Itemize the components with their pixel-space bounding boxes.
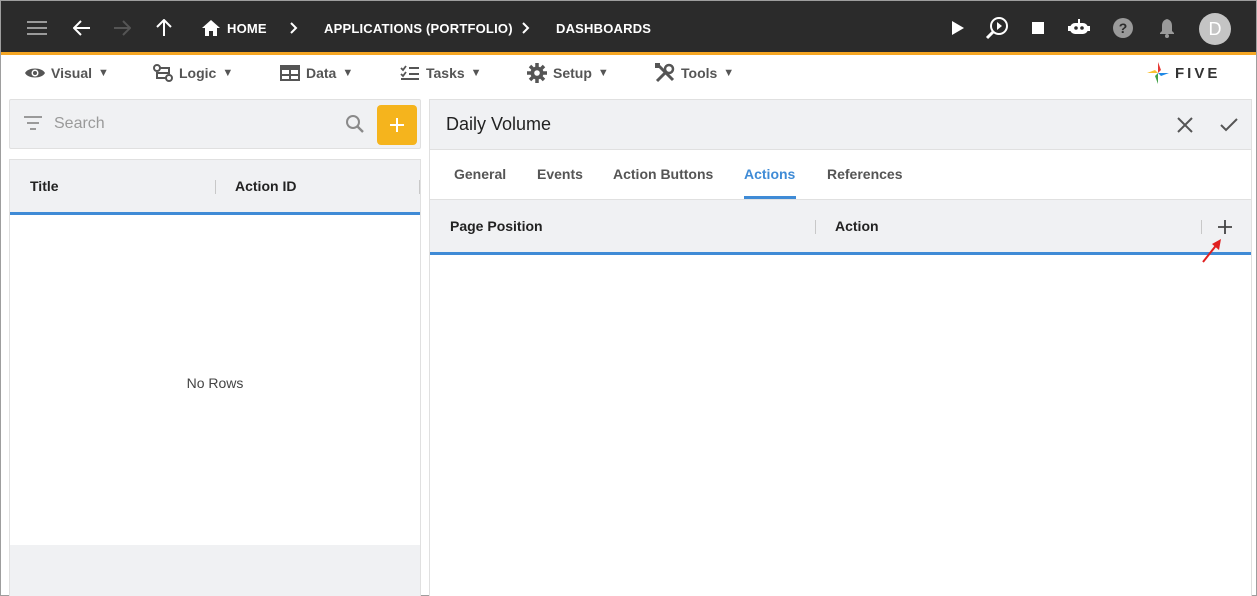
column-separator <box>215 180 216 194</box>
menu-data[interactable]: Data ▼ <box>280 55 353 91</box>
app-bar: HOME APPLICATIONS (PORTFOLIO) DASHBOARDS… <box>1 1 1256 55</box>
save-button[interactable] <box>1216 112 1242 138</box>
help-icon[interactable]: ? <box>1111 1 1135 55</box>
add-record-button[interactable] <box>377 105 417 145</box>
column-header-title[interactable]: Title <box>30 178 59 194</box>
search-input[interactable]: Search <box>54 115 105 133</box>
svg-text:?: ? <box>1119 20 1128 36</box>
active-tab-indicator <box>744 196 796 199</box>
dropdown-arrow-icon: ▼ <box>723 67 735 79</box>
five-logo-icon <box>1147 62 1169 84</box>
menu-tools[interactable]: Tools ▼ <box>655 55 734 91</box>
menu-setup[interactable]: Setup ▼ <box>527 55 609 91</box>
table-icon <box>280 65 300 81</box>
chatbot-icon[interactable] <box>1066 1 1092 55</box>
list-panel: Search Title Action ID No Rows <box>9 99 421 596</box>
checklist-icon <box>400 65 419 80</box>
play-icon[interactable] <box>947 1 969 55</box>
dropdown-arrow-icon: ▼ <box>342 67 354 79</box>
breadcrumb-applications[interactable]: APPLICATIONS (PORTFOLIO) <box>324 1 513 55</box>
tab-events[interactable]: Events <box>537 166 583 182</box>
add-action-button[interactable] <box>1215 217 1235 237</box>
check-icon <box>1220 118 1238 132</box>
dropdown-arrow-icon: ▼ <box>222 67 234 79</box>
dropdown-arrow-icon: ▼ <box>597 67 609 79</box>
chevron-right-icon <box>519 1 533 55</box>
dropdown-arrow-icon: ▼ <box>98 67 109 79</box>
hamburger-menu-icon[interactable] <box>23 1 51 55</box>
tools-icon <box>655 63 675 83</box>
empty-state-text: No Rows <box>186 375 244 391</box>
list-footer <box>10 545 420 596</box>
column-header-action-id[interactable]: Action ID <box>235 178 296 194</box>
chevron-right-icon <box>287 1 301 55</box>
logo-text: FIVE <box>1175 64 1221 82</box>
column-header-page-position[interactable]: Page Position <box>450 218 543 234</box>
list-header: Title Action ID <box>10 160 420 215</box>
home-icon[interactable] <box>201 1 221 55</box>
breadcrumb-dashboards[interactable]: DASHBOARDS <box>556 1 651 55</box>
dropdown-arrow-icon: ▼ <box>470 67 482 79</box>
stop-icon[interactable] <box>1027 1 1049 55</box>
close-icon <box>1177 117 1193 133</box>
eye-icon <box>25 68 45 78</box>
tab-general[interactable]: General <box>454 166 506 182</box>
form-tabs: General Events Action Buttons Actions Re… <box>430 150 1251 200</box>
annotation-arrow-icon <box>1202 239 1221 263</box>
form-panel: Daily Volume General Events Action Butto… <box>429 99 1252 596</box>
menu-data-label: Data <box>306 65 337 81</box>
close-button[interactable] <box>1172 112 1198 138</box>
plus-icon <box>390 118 404 132</box>
logic-icon <box>153 64 173 82</box>
menu-visual[interactable]: Visual ▼ <box>25 55 109 91</box>
menu-bar: Visual ▼ Logic ▼ Data ▼ Tasks ▼ Setup ▼ … <box>1 55 1256 91</box>
forward-arrow-icon[interactable] <box>109 1 135 55</box>
column-separator <box>815 220 816 234</box>
menu-tasks[interactable]: Tasks ▼ <box>400 55 482 91</box>
menu-setup-label: Setup <box>553 65 592 81</box>
breadcrumb-home[interactable]: HOME <box>227 1 267 55</box>
tab-references[interactable]: References <box>827 166 903 182</box>
plus-icon <box>1218 220 1232 234</box>
filter-icon[interactable] <box>24 116 42 135</box>
five-logo: FIVE <box>1147 59 1220 87</box>
search-run-icon[interactable] <box>984 1 1010 55</box>
notifications-bell-icon[interactable] <box>1156 1 1178 55</box>
menu-tools-label: Tools <box>681 65 718 81</box>
search-icon[interactable] <box>345 114 365 139</box>
menu-visual-label: Visual <box>51 65 92 81</box>
column-separator <box>419 180 420 194</box>
menu-logic[interactable]: Logic ▼ <box>153 55 233 91</box>
gear-icon <box>527 63 547 83</box>
form-title: Daily Volume <box>446 114 552 134</box>
menu-logic-label: Logic <box>179 65 217 81</box>
form-header: Daily Volume <box>430 100 1251 150</box>
up-arrow-icon[interactable] <box>151 1 177 55</box>
back-arrow-icon[interactable] <box>69 1 95 55</box>
records-list: Title Action ID No Rows <box>9 159 421 596</box>
column-separator <box>1201 220 1202 234</box>
user-avatar[interactable]: D <box>1199 13 1231 45</box>
tab-actions[interactable]: Actions <box>744 166 795 182</box>
search-bar: Search <box>9 99 421 149</box>
column-header-action[interactable]: Action <box>835 218 879 234</box>
actions-grid-header: Page Position Action <box>430 200 1251 263</box>
tab-action-buttons[interactable]: Action Buttons <box>613 166 713 182</box>
menu-tasks-label: Tasks <box>426 65 465 81</box>
